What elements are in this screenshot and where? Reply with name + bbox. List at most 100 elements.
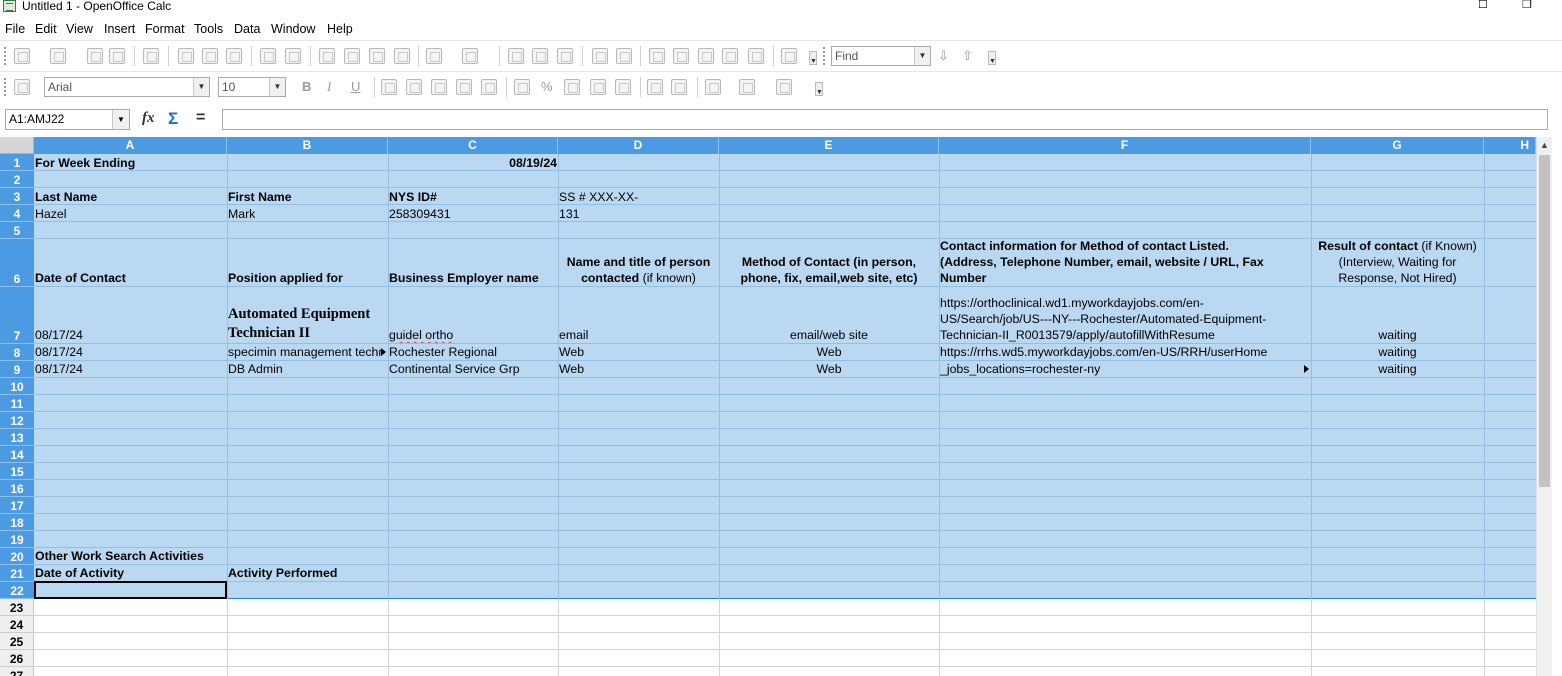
scroll-up-icon[interactable]: ▲	[1540, 140, 1549, 150]
cell-f9[interactable]: _jobs_locations=rochester-ny	[940, 361, 1302, 377]
row-header-2[interactable]: 2	[0, 171, 34, 188]
cell-c4[interactable]: 258309431	[389, 206, 451, 222]
row-header-25[interactable]: 25	[0, 633, 34, 650]
sort-descending-icon[interactable]	[557, 48, 573, 64]
column-header-e[interactable]: E	[719, 137, 939, 154]
cell-d8[interactable]: Web	[559, 344, 584, 360]
cell-d6[interactable]: Name and title of person contacted (if k…	[558, 254, 719, 286]
currency-format-icon[interactable]	[514, 79, 530, 95]
align-left-icon[interactable]	[381, 79, 397, 95]
row-header-4[interactable]: 4	[0, 205, 34, 222]
restore-icon[interactable]: ❐	[1522, 0, 1532, 12]
cell-b7[interactable]: Automated Equipment Technician II	[228, 305, 370, 343]
navigator-icon[interactable]	[673, 48, 689, 64]
find-toolbar-grip[interactable]	[823, 47, 825, 65]
cell-a4[interactable]: Hazel	[35, 206, 66, 222]
cell-a9[interactable]: 08/17/24	[35, 361, 83, 377]
cell-b3[interactable]: First Name	[228, 189, 292, 205]
background-color-icon[interactable]	[739, 79, 755, 95]
font-name-combobox[interactable]: Arial ▼	[44, 77, 210, 97]
row-header-5[interactable]: 5	[0, 222, 34, 239]
row-header-27[interactable]: 27	[0, 667, 34, 676]
gallery-icon[interactable]	[698, 48, 714, 64]
menu-tools[interactable]: Tools	[194, 21, 223, 37]
column-header-g[interactable]: G	[1311, 137, 1484, 154]
row-header-23[interactable]: 23	[0, 599, 34, 616]
open-file-icon[interactable]	[50, 48, 66, 64]
bold-button[interactable]: B	[302, 79, 311, 95]
standard-format-icon[interactable]	[564, 79, 580, 95]
underline-button[interactable]: U	[351, 79, 360, 95]
menu-format[interactable]: Format	[145, 21, 185, 37]
cell-g6[interactable]: Result of contact (if Known) (Interview,…	[1311, 238, 1484, 286]
cell-a6[interactable]: Date of Contact	[35, 270, 126, 286]
column-header-f[interactable]: F	[939, 137, 1311, 154]
find-toolbar-options-chevron-icon[interactable]: ▼	[988, 51, 996, 65]
row-header-12[interactable]: 12	[0, 412, 34, 429]
find-replace-icon[interactable]	[649, 48, 665, 64]
vertical-scrollbar[interactable]: ▲	[1536, 137, 1552, 676]
vertical-scroll-thumb[interactable]	[1539, 155, 1550, 487]
row-header-8[interactable]: 8	[0, 344, 34, 361]
cell-d3[interactable]: SS # XXX-XX-	[559, 189, 638, 205]
cell-a3[interactable]: Last Name	[35, 189, 97, 205]
styles-formatting-icon[interactable]	[14, 79, 30, 95]
align-right-icon[interactable]	[431, 79, 447, 95]
cell-d4[interactable]: 131	[559, 206, 580, 222]
row-header-19[interactable]: 19	[0, 531, 34, 548]
increase-indent-icon[interactable]	[671, 79, 687, 95]
column-header-a[interactable]: A	[34, 137, 227, 154]
borders-icon[interactable]	[705, 79, 721, 95]
menu-help[interactable]: Help	[327, 21, 353, 37]
merge-cells-icon[interactable]	[481, 79, 497, 95]
cell-g9[interactable]: waiting	[1311, 361, 1484, 377]
name-box-chevron-icon[interactable]: ▼	[112, 110, 129, 129]
cell-c9[interactable]: Continental Service Grp	[389, 361, 520, 377]
print-icon[interactable]	[202, 48, 218, 64]
cell-b9[interactable]: DB Admin	[228, 361, 283, 377]
column-header-b[interactable]: B	[227, 137, 388, 154]
delete-decimal-icon[interactable]	[615, 79, 631, 95]
menu-insert[interactable]: Insert	[104, 21, 135, 37]
decrease-indent-icon[interactable]	[647, 79, 663, 95]
cell-g7[interactable]: waiting	[1311, 327, 1484, 343]
find-input[interactable]: Find ▼	[831, 46, 931, 66]
row-header-13[interactable]: 13	[0, 429, 34, 446]
row-header-18[interactable]: 18	[0, 514, 34, 531]
font-size-chevron-icon[interactable]: ▼	[269, 78, 285, 96]
show-draw-functions-icon[interactable]	[616, 48, 632, 64]
menu-file[interactable]: File	[5, 21, 25, 37]
row-header-16[interactable]: 16	[0, 480, 34, 497]
spreadsheet-grid[interactable]: A B C D E F G H 1 2 3 4 5 6 7 8 9 10 11 12 13 14 15 16 1…	[0, 137, 1562, 676]
cell-f8[interactable]: https://rrhs.wd5.myworkdayjobs.com/en-US…	[940, 344, 1310, 360]
cell-f6[interactable]: Contact information for Method of contac…	[940, 238, 1310, 286]
row-header-9[interactable]: 9	[0, 361, 34, 378]
align-center-icon[interactable]	[406, 79, 422, 95]
cell-b4[interactable]: Mark	[228, 206, 255, 222]
row-header-3[interactable]: 3	[0, 188, 34, 205]
row-header-14[interactable]: 14	[0, 446, 34, 463]
column-header-h[interactable]: H	[1484, 137, 1536, 154]
cell-g8[interactable]: waiting	[1311, 344, 1484, 360]
formula-input[interactable]	[222, 109, 1548, 130]
cell-cursor-a22[interactable]	[34, 581, 227, 599]
export-pdf-icon[interactable]	[178, 48, 194, 64]
email-document-icon[interactable]	[109, 48, 125, 64]
row-header-17[interactable]: 17	[0, 497, 34, 514]
sum-icon[interactable]: Σ	[168, 109, 178, 129]
cell-e9[interactable]: Web	[719, 361, 939, 377]
cell-d7[interactable]: email	[559, 327, 588, 343]
cell-c1[interactable]: 08/19/24	[388, 155, 557, 171]
toolbar-options-chevron-icon[interactable]: ▼	[809, 51, 817, 65]
row-header-24[interactable]: 24	[0, 616, 34, 633]
cell-b6[interactable]: Position applied for	[228, 270, 343, 286]
data-sources-icon[interactable]	[722, 48, 738, 64]
toolbar-grip[interactable]	[4, 47, 6, 65]
save-icon[interactable]	[87, 48, 103, 64]
menu-window[interactable]: Window	[271, 21, 315, 37]
paste-icon[interactable]	[369, 48, 385, 64]
cell-a8[interactable]: 08/17/24	[35, 344, 83, 360]
cell-c3[interactable]: NYS ID#	[389, 189, 437, 205]
zoom-icon[interactable]	[748, 48, 764, 64]
cell-d9[interactable]: Web	[559, 361, 584, 377]
